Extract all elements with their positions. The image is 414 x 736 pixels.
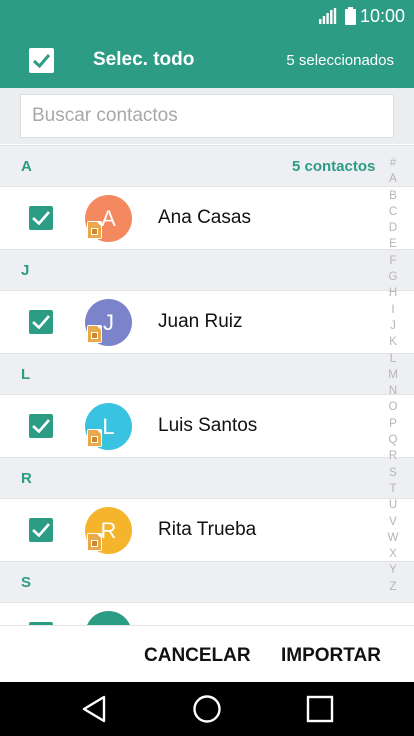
cancel-button[interactable]: CANCELAR: [144, 645, 251, 667]
contact-checkbox[interactable]: [29, 414, 53, 438]
section-header-r: R: [0, 457, 414, 499]
alphabet-letter[interactable]: V: [383, 514, 403, 530]
section-header-s: S: [0, 561, 414, 603]
alphabet-letter[interactable]: C: [383, 204, 403, 220]
sim-card-icon: [87, 221, 102, 239]
status-bar: 10:00: [0, 0, 414, 32]
section-header-l: L: [0, 353, 414, 395]
status-time: 10:00: [360, 6, 406, 26]
section-header-j: J: [0, 249, 414, 291]
section-letter: R: [21, 470, 32, 487]
contact-row[interactable]: [0, 603, 414, 625]
alphabet-letter[interactable]: O: [383, 399, 403, 415]
checkbox-checked-icon: [32, 54, 51, 69]
sim-card-icon: [87, 429, 102, 447]
alphabet-letter[interactable]: S: [383, 465, 403, 481]
signal-icon: [319, 8, 337, 24]
action-bar: Selec. todo 5 seleccionados: [0, 32, 414, 88]
alphabet-letter[interactable]: Z: [383, 579, 403, 595]
contact-name: Rita Trueba: [158, 519, 257, 540]
contacts-count: 5 contactos: [292, 158, 376, 175]
alphabet-letter[interactable]: I: [383, 302, 403, 318]
alphabet-letter[interactable]: G: [383, 269, 403, 285]
alphabet-letter[interactable]: R: [383, 448, 403, 464]
section-letter: J: [21, 262, 30, 279]
alphabet-letter[interactable]: J: [383, 318, 403, 334]
alphabet-letter[interactable]: Y: [383, 562, 403, 578]
import-button[interactable]: IMPORTAR: [281, 645, 381, 667]
battery-icon: [345, 7, 356, 25]
alphabet-letter[interactable]: D: [383, 220, 403, 236]
alphabet-letter[interactable]: #: [383, 155, 403, 171]
section-letter: A: [21, 158, 32, 175]
contact-checkbox[interactable]: [29, 206, 53, 230]
checkbox-checked-icon: [32, 211, 50, 226]
contact-name: Ana Casas: [158, 207, 251, 228]
contact-name: Juan Ruiz: [158, 311, 243, 332]
home-icon[interactable]: [192, 694, 222, 724]
alphabet-letter[interactable]: K: [383, 334, 403, 350]
search-input[interactable]: [21, 95, 393, 137]
sim-card-icon: [87, 533, 102, 551]
section-header-a: A 5 contactos: [0, 145, 414, 187]
alphabet-letter[interactable]: B: [383, 188, 403, 204]
alphabet-letter[interactable]: T: [383, 481, 403, 497]
alphabet-letter[interactable]: U: [383, 497, 403, 513]
select-all-checkbox[interactable]: [29, 48, 54, 73]
alphabet-letter[interactable]: Q: [383, 432, 403, 448]
contact-checkbox[interactable]: [29, 310, 53, 334]
navigation-bar: [0, 682, 414, 736]
search-bar: [0, 88, 414, 144]
alphabet-letter[interactable]: N: [383, 383, 403, 399]
contact-row[interactable]: L Luis Santos: [0, 395, 414, 457]
recents-icon[interactable]: [305, 694, 335, 724]
checkbox-checked-icon: [32, 523, 50, 538]
alphabet-letter[interactable]: E: [383, 236, 403, 252]
section-letter: S: [21, 574, 32, 591]
contact-row[interactable]: A Ana Casas: [0, 187, 414, 249]
contact-row[interactable]: R Rita Trueba: [0, 499, 414, 561]
alphabet-letter[interactable]: M: [383, 367, 403, 383]
search-field[interactable]: [20, 94, 394, 138]
contact-row[interactable]: J Juan Ruiz: [0, 291, 414, 353]
contact-name: Luis Santos: [158, 415, 258, 436]
alphabet-letter[interactable]: L: [383, 351, 403, 367]
avatar: [85, 611, 132, 625]
alphabet-letter[interactable]: P: [383, 416, 403, 432]
alphabet-letter[interactable]: X: [383, 546, 403, 562]
alphabet-index[interactable]: # A B C D E F G H I J K L M N O P Q R S T U V W X Y Z: [383, 155, 403, 595]
back-icon[interactable]: [80, 694, 110, 724]
alphabet-letter[interactable]: A: [383, 171, 403, 187]
checkbox-checked-icon: [32, 315, 50, 330]
contact-checkbox[interactable]: [29, 518, 53, 542]
alphabet-letter[interactable]: W: [383, 530, 403, 546]
checkbox-checked-icon: [32, 419, 50, 434]
section-letter: L: [21, 366, 31, 383]
select-all-label[interactable]: Selec. todo: [93, 49, 194, 71]
sim-card-icon: [87, 325, 102, 343]
alphabet-letter[interactable]: H: [383, 285, 403, 301]
action-buttons: CANCELAR IMPORTAR: [0, 625, 414, 682]
selected-count: 5 seleccionados: [286, 52, 394, 69]
alphabet-letter[interactable]: F: [383, 253, 403, 269]
